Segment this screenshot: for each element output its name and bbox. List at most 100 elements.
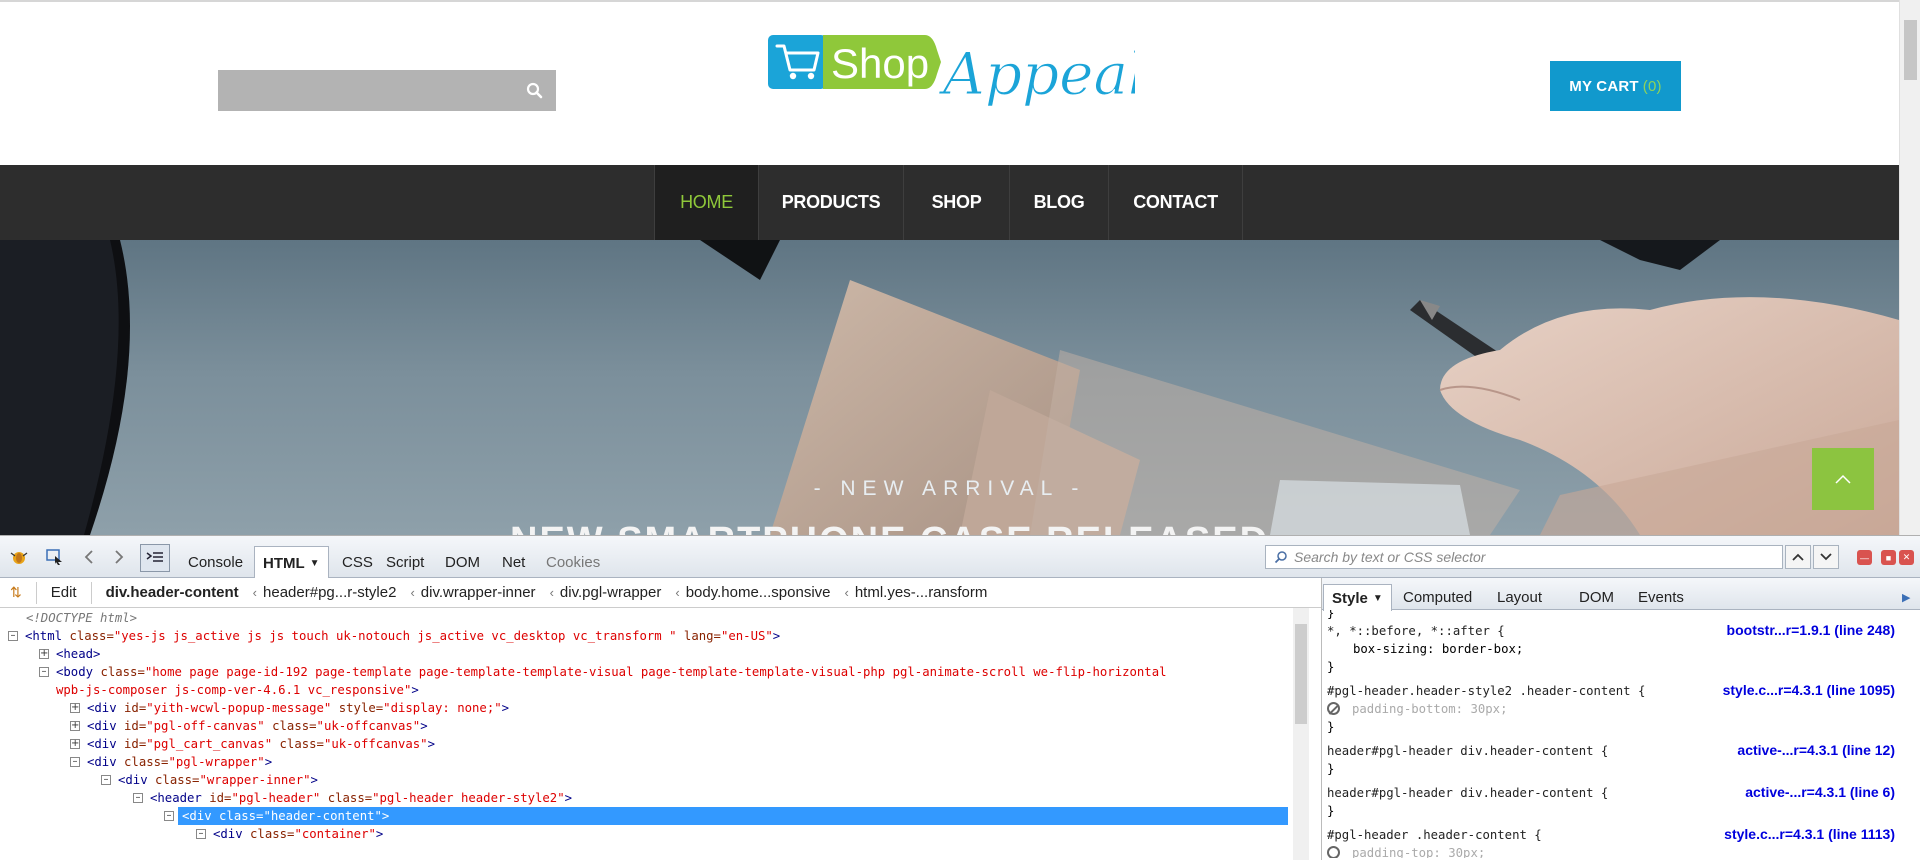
collapse-icon[interactable]: – [133, 793, 143, 803]
rule-source-link[interactable]: style.c...r=4.3.1 (line 1113) [1724, 826, 1895, 842]
tab-html[interactable]: HTML ▼ [254, 546, 329, 579]
detach-icon[interactable]: ■ [1881, 550, 1896, 565]
nav-item-products[interactable]: PRODUCTS [759, 165, 904, 240]
tag-text: <div [87, 701, 125, 715]
collapse-icon[interactable]: – [39, 667, 49, 677]
rule-selector[interactable]: header#pgl-header div.header-content { [1327, 742, 1608, 760]
rule-source-link[interactable]: style.c...r=4.3.1 (line 1095) [1723, 682, 1895, 698]
tab-html-dropdown-icon[interactable]: ▼ [310, 558, 320, 569]
breadcrumb-item[interactable]: div.header-content [106, 584, 239, 601]
nav-item-home[interactable]: HOME [654, 165, 759, 240]
breadcrumb-separator-icon: ‹ [675, 585, 680, 600]
attr-name: lang= [683, 629, 721, 643]
rule-property[interactable]: box-sizing: border-box; [1353, 640, 1523, 658]
tree-row-selected[interactable]: <div class="header-content"> [178, 807, 1288, 825]
close-icon[interactable]: ✕ [1899, 550, 1914, 565]
disabled-icon[interactable] [1327, 846, 1340, 858]
tab-computed[interactable]: Computed [1403, 584, 1472, 610]
tab-layout[interactable]: Layout [1497, 584, 1542, 610]
rule-close: } [1327, 762, 1335, 776]
attr-name: class= [155, 773, 200, 787]
tree-row-doctype[interactable]: <!DOCTYPE html> [26, 609, 137, 627]
minimize-icon[interactable]: — [1857, 550, 1872, 565]
nav-item-blog[interactable]: BLOG [1010, 165, 1109, 240]
tab-events[interactable]: Events [1638, 584, 1684, 610]
tab-cookies[interactable]: Cookies [546, 546, 600, 578]
tab-console[interactable]: Console [188, 546, 243, 578]
rule-selector[interactable]: header#pgl-header div.header-content { [1327, 784, 1608, 802]
logo-shop-text: Shop [831, 40, 929, 87]
tab-dom[interactable]: DOM [445, 546, 480, 578]
search-icon[interactable] [524, 80, 546, 102]
tree-row-html[interactable]: – <html class="yes-js js_active js js to… [8, 627, 780, 645]
side-panel: Style ▼ Computed Layout DOM Events ▶ } *… [1321, 578, 1920, 860]
collapse-icon[interactable]: – [101, 775, 111, 785]
rule-property-disabled[interactable]: padding-top: 30px; [1327, 844, 1485, 858]
search-input[interactable] [218, 70, 556, 111]
tree-row-head[interactable]: + <head> [39, 645, 100, 663]
attr-name: class= [264, 719, 317, 733]
disabled-icon[interactable] [1327, 702, 1340, 715]
more-tabs-icon[interactable]: ▶ [1902, 584, 1910, 610]
tree-row-div[interactable]: – <div class="pgl-wrapper"> [70, 753, 272, 771]
tab-style[interactable]: Style ▼ [1323, 584, 1392, 611]
back-to-top-button[interactable] [1812, 448, 1874, 510]
tree-row-body[interactable]: – <body class="home page page-id-192 pag… [39, 663, 1167, 681]
rule-selector[interactable]: *, *::before, *::after { [1327, 622, 1505, 640]
expand-icon[interactable]: + [70, 721, 80, 731]
tree-row-div[interactable]: – <div class="container"> [196, 825, 383, 843]
shop-appeal-logo[interactable]: Shop Appeal [765, 18, 1147, 130]
firebug-search-input[interactable]: Search by text or CSS selector [1265, 545, 1783, 569]
expand-icon[interactable]: + [39, 649, 49, 659]
search-prev-button[interactable] [1785, 545, 1811, 569]
breadcrumb-item[interactable]: div.pgl-wrapper [560, 584, 661, 601]
attr-name: class= [320, 791, 373, 805]
inspect-element-icon[interactable] [44, 546, 66, 568]
command-editor-icon[interactable] [140, 544, 170, 572]
collapse-icon[interactable]: – [8, 631, 18, 641]
tab-script[interactable]: Script [386, 546, 424, 578]
tree-row-div[interactable]: – <div class="wrapper-inner"> [101, 771, 318, 789]
rule-source-link[interactable]: active-...r=4.3.1 (line 6) [1745, 784, 1895, 800]
breadcrumb-item[interactable]: header#pg...r-style2 [263, 584, 396, 601]
html-tree-scroll-thumb[interactable] [1295, 624, 1307, 724]
nav-item-contact[interactable]: CONTACT [1109, 165, 1243, 240]
tree-row-div[interactable]: + <div id="pgl_cart_canvas" class="uk-of… [70, 735, 435, 753]
firebug-bug-icon[interactable] [8, 546, 30, 568]
edit-button[interactable]: Edit [51, 584, 77, 601]
tab-style-dropdown-icon[interactable]: ▼ [1373, 593, 1383, 604]
tab-dom[interactable]: DOM [1579, 584, 1614, 610]
back-arrow-icon[interactable] [78, 546, 100, 568]
collapse-icon[interactable]: – [196, 829, 206, 839]
rule-source-link[interactable]: active-...r=4.3.1 (line 12) [1737, 742, 1895, 758]
rule-selector[interactable]: #pgl-header .header-content { [1327, 826, 1542, 844]
collapse-icon[interactable]: – [164, 811, 174, 821]
attr-value: "pgl-header header-style2" [372, 791, 565, 805]
rule-property-disabled[interactable]: padding-bottom: 30px; [1327, 700, 1507, 718]
breadcrumb-item[interactable]: div.wrapper-inner [421, 584, 536, 601]
my-cart-button[interactable]: MY CART (0) [1550, 61, 1681, 111]
tab-html-label: HTML [263, 554, 305, 572]
tree-row-div[interactable]: + <div id="pgl-off-canvas" class="uk-off… [70, 717, 428, 735]
attr-name: style= [331, 701, 384, 715]
rule-source-link[interactable]: bootstr...r=1.9.1 (line 248) [1727, 622, 1895, 638]
forward-arrow-icon[interactable] [108, 546, 130, 568]
search-next-button[interactable] [1813, 545, 1839, 569]
expand-icon[interactable]: + [70, 703, 80, 713]
nav-item-shop[interactable]: SHOP [904, 165, 1010, 240]
expand-icon[interactable]: + [70, 739, 80, 749]
tag-text: <html [25, 629, 63, 643]
html-tree-scrollbar[interactable] [1293, 608, 1309, 860]
page-scrollbar[interactable] [1899, 0, 1920, 535]
page-scroll-thumb[interactable] [1904, 20, 1917, 80]
tree-row-header[interactable]: – <header id="pgl-header" class="pgl-hea… [133, 789, 572, 807]
rule-selector[interactable]: #pgl-header.header-style2 .header-conten… [1327, 682, 1645, 700]
breadcrumb-collapse-icon[interactable]: ⇅ [10, 584, 22, 601]
breadcrumb-item[interactable]: html.yes-...ransform [855, 584, 988, 601]
breadcrumb-item[interactable]: body.home...sponsive [686, 584, 831, 601]
collapse-icon[interactable]: – [70, 757, 80, 767]
tree-row-div[interactable]: + <div id="yith-wcwl-popup-message" styl… [70, 699, 509, 717]
tab-css[interactable]: CSS [342, 546, 373, 578]
tab-net[interactable]: Net [502, 546, 525, 578]
tag-close: > [310, 773, 318, 787]
